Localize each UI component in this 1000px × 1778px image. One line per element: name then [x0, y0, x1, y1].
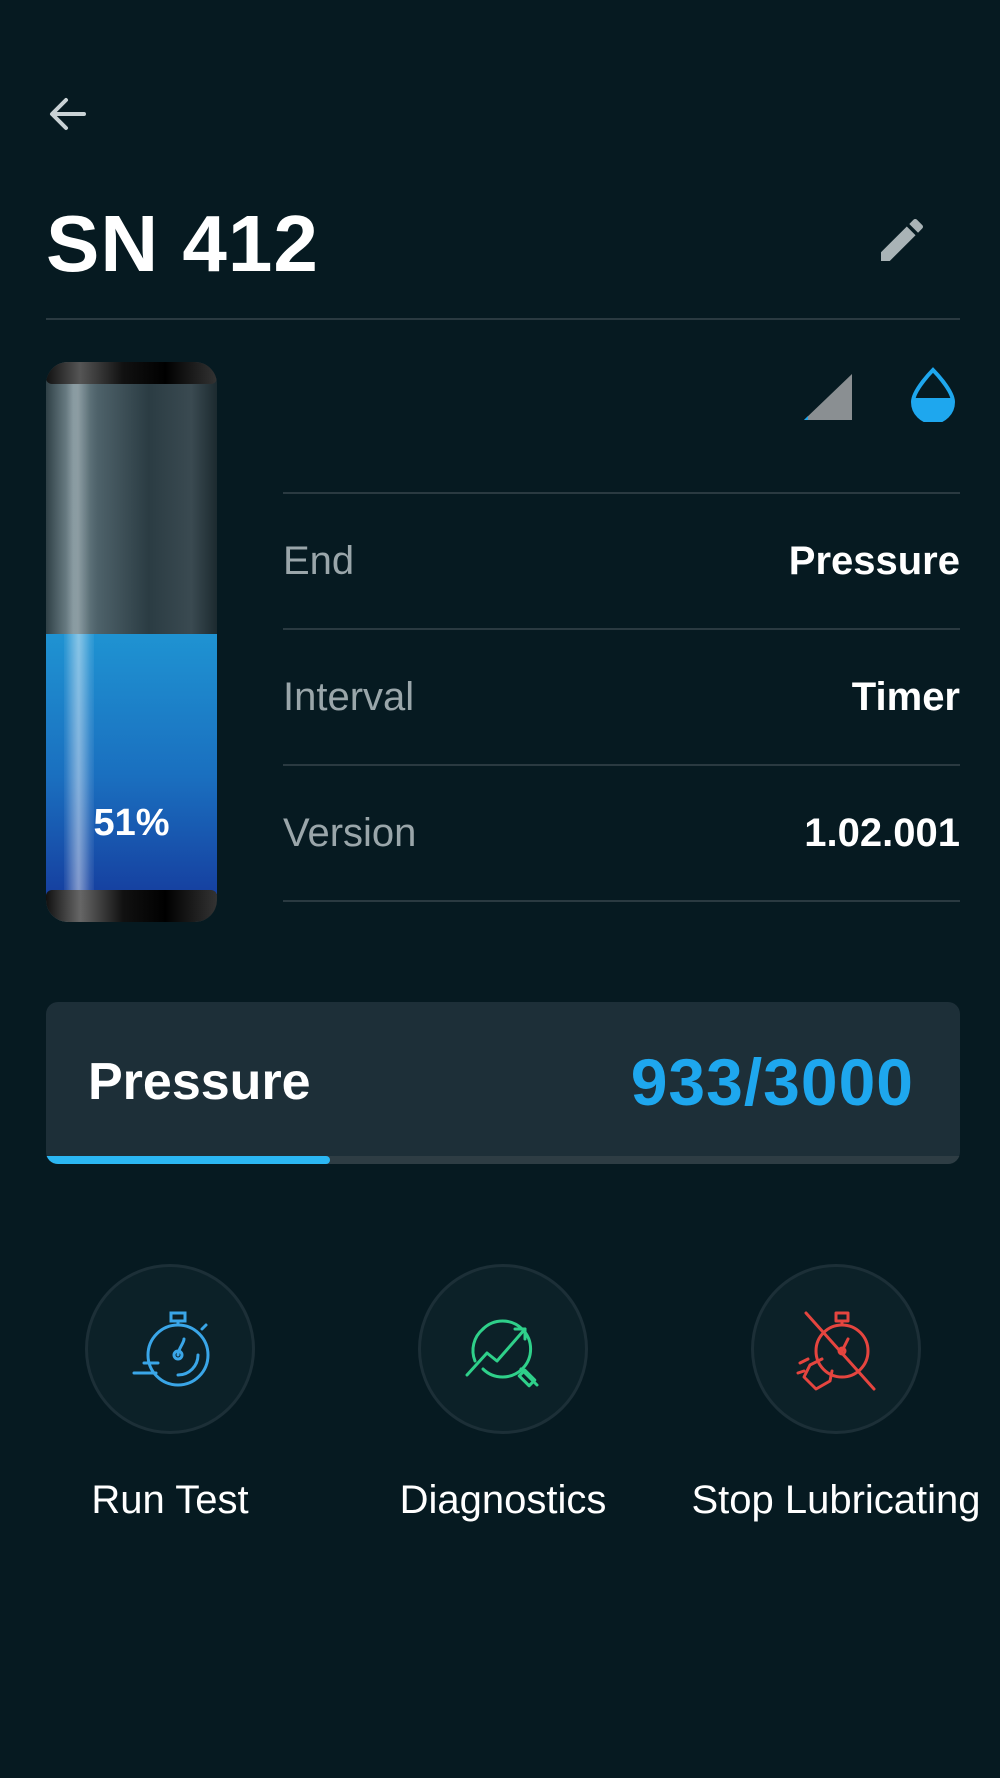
pencil-icon	[881, 218, 924, 261]
info-label: Interval	[283, 674, 415, 719]
diagnostics-chart-search-icon	[465, 1319, 539, 1388]
cartridge-percent-label: 51%	[93, 802, 170, 844]
back-arrow-icon	[50, 98, 86, 130]
pressure-label: Pressure	[88, 1053, 311, 1111]
info-value: 1.02.001	[804, 810, 960, 855]
run-test-label: Run Test	[91, 1478, 249, 1522]
info-label: Version	[283, 810, 417, 855]
lubricant-drop-icon	[910, 367, 956, 422]
stop-lubricating-icon-circle	[751, 1264, 921, 1434]
device-info-list: End Pressure Interval Timer Version 1.02…	[283, 492, 960, 902]
pressure-progress-track	[46, 1156, 960, 1164]
stopwatch-icon	[132, 1311, 210, 1387]
signal-strength-icon	[804, 374, 852, 420]
pressure-card: Pressure 933/3000	[46, 1002, 960, 1164]
diagnostics-button[interactable]: Diagnostics	[353, 1264, 653, 1523]
run-test-icon-circle	[85, 1264, 255, 1434]
pressure-progress-fill	[46, 1156, 331, 1164]
info-value: Timer	[851, 674, 960, 719]
stop-lubricating-label: Stop Lubricating	[691, 1478, 981, 1522]
run-test-button[interactable]: Run Test	[20, 1264, 320, 1523]
header-divider	[46, 318, 960, 320]
page-title: SN 412	[46, 199, 319, 288]
info-row-end: End Pressure	[283, 492, 960, 628]
diagnostics-label: Diagnostics	[399, 1478, 607, 1522]
edit-button[interactable]	[870, 208, 934, 272]
back-button[interactable]	[40, 86, 96, 142]
info-value: Pressure	[788, 538, 960, 583]
info-row-version: Version 1.02.001	[283, 764, 960, 902]
stop-lubricating-icon	[796, 1311, 876, 1391]
lubricant-cartridge-gauge: 51%	[46, 362, 217, 922]
pressure-value: 933/3000	[630, 1045, 914, 1119]
info-row-interval: Interval Timer	[283, 628, 960, 764]
info-label: End	[283, 538, 355, 583]
diagnostics-icon-circle	[418, 1264, 588, 1434]
cartridge-bottom-cap	[46, 890, 217, 922]
stop-lubricating-button[interactable]: Stop Lubricating	[686, 1264, 986, 1523]
cartridge-top-cap	[46, 362, 217, 384]
